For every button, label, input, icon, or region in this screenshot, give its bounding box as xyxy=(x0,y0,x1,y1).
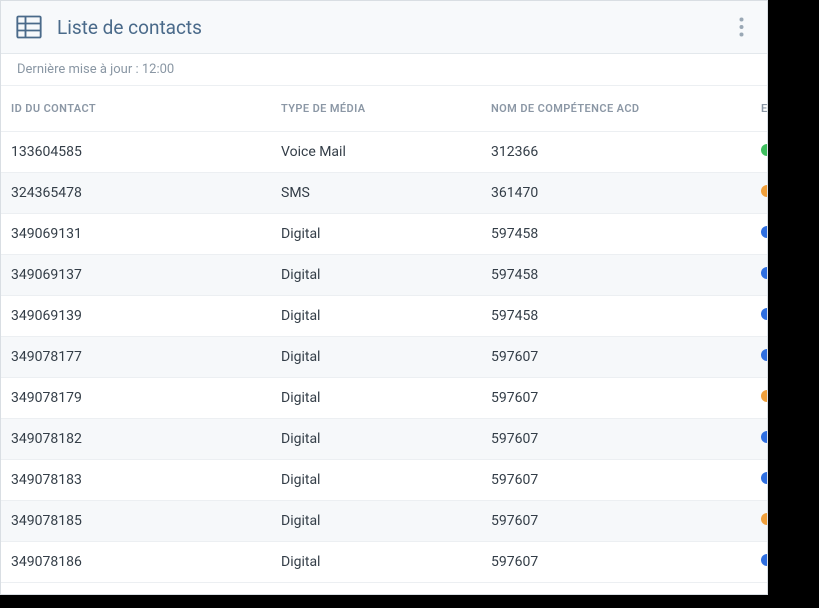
status-dot-icon xyxy=(761,513,767,525)
table-row[interactable]: 349069137Digital597458 xyxy=(1,255,767,296)
col-header-status[interactable]: E xyxy=(751,86,767,132)
cell-media-type: Digital xyxy=(271,337,481,378)
cell-media-type: Voice Mail xyxy=(271,132,481,173)
cell-status xyxy=(751,296,767,337)
cell-skill-name: 312366 xyxy=(481,132,751,173)
cell-skill-name: 597607 xyxy=(481,460,751,501)
cell-skill-name: 597607 xyxy=(481,337,751,378)
cell-skill-name: 597607 xyxy=(481,542,751,583)
table-icon xyxy=(15,13,43,41)
contact-table: ID DU CONTACT TYPE DE MÉDIA NOM DE COMPÉ… xyxy=(1,86,767,583)
cell-contact-id: 133604585 xyxy=(1,132,271,173)
table-row[interactable]: 349078179Digital597607 xyxy=(1,378,767,419)
panel-menu-button[interactable] xyxy=(729,11,753,43)
cell-skill-name: 597458 xyxy=(481,255,751,296)
status-dot-icon xyxy=(761,390,767,402)
cell-status xyxy=(751,501,767,542)
status-dot-icon xyxy=(761,554,767,566)
kebab-icon xyxy=(739,17,744,37)
table-row[interactable]: 349078177Digital597607 xyxy=(1,337,767,378)
cell-status xyxy=(751,255,767,296)
contact-list-panel: Liste de contacts Dernière mise à jour :… xyxy=(0,0,768,595)
cell-contact-id: 349078182 xyxy=(1,419,271,460)
table-row[interactable]: 324365478SMS361470 xyxy=(1,173,767,214)
status-dot-icon xyxy=(761,308,767,320)
cell-skill-name: 597607 xyxy=(481,419,751,460)
cell-media-type: Digital xyxy=(271,542,481,583)
cell-contact-id: 324365478 xyxy=(1,173,271,214)
cell-skill-name: 597458 xyxy=(481,214,751,255)
table-row[interactable]: 133604585Voice Mail312366 xyxy=(1,132,767,173)
cell-status xyxy=(751,173,767,214)
cell-contact-id: 349078177 xyxy=(1,337,271,378)
col-header-id[interactable]: ID DU CONTACT xyxy=(1,86,271,132)
table-row[interactable]: 349078186Digital597607 xyxy=(1,542,767,583)
cell-contact-id: 349078186 xyxy=(1,542,271,583)
cell-status xyxy=(751,419,767,460)
cell-skill-name: 361470 xyxy=(481,173,751,214)
cell-media-type: Digital xyxy=(271,255,481,296)
cell-media-type: SMS xyxy=(271,173,481,214)
col-header-media[interactable]: TYPE DE MÉDIA xyxy=(271,86,481,132)
cell-status xyxy=(751,132,767,173)
table-row[interactable]: 349069131Digital597458 xyxy=(1,214,767,255)
cell-media-type: Digital xyxy=(271,296,481,337)
status-dot-icon xyxy=(761,431,767,443)
cell-contact-id: 349078179 xyxy=(1,378,271,419)
panel-header: Liste de contacts xyxy=(1,1,767,54)
panel-title: Liste de contacts xyxy=(57,16,729,39)
col-header-skill[interactable]: NOM DE COMPÉTENCE ACD xyxy=(481,86,751,132)
table-row[interactable]: 349078183Digital597607 xyxy=(1,460,767,501)
cell-contact-id: 349069131 xyxy=(1,214,271,255)
cell-status xyxy=(751,460,767,501)
cell-status xyxy=(751,214,767,255)
cell-contact-id: 349069137 xyxy=(1,255,271,296)
cell-skill-name: 597607 xyxy=(481,378,751,419)
status-dot-icon xyxy=(761,185,767,197)
cell-status xyxy=(751,337,767,378)
cell-contact-id: 349078185 xyxy=(1,501,271,542)
table-wrap: ID DU CONTACT TYPE DE MÉDIA NOM DE COMPÉ… xyxy=(1,86,767,594)
table-row[interactable]: 349078185Digital597607 xyxy=(1,501,767,542)
table-row[interactable]: 349069139Digital597458 xyxy=(1,296,767,337)
table-row[interactable]: 349078182Digital597607 xyxy=(1,419,767,460)
cell-media-type: Digital xyxy=(271,419,481,460)
cell-media-type: Digital xyxy=(271,214,481,255)
cell-contact-id: 349078183 xyxy=(1,460,271,501)
status-dot-icon xyxy=(761,226,767,238)
cell-contact-id: 349069139 xyxy=(1,296,271,337)
status-dot-icon xyxy=(761,349,767,361)
cell-media-type: Digital xyxy=(271,501,481,542)
cell-media-type: Digital xyxy=(271,460,481,501)
cell-status xyxy=(751,542,767,583)
cell-skill-name: 597607 xyxy=(481,501,751,542)
last-updated: Dernière mise à jour : 12:00 xyxy=(1,54,767,86)
status-dot-icon xyxy=(761,472,767,484)
status-dot-icon xyxy=(761,144,767,156)
cell-skill-name: 597458 xyxy=(481,296,751,337)
table-header-row: ID DU CONTACT TYPE DE MÉDIA NOM DE COMPÉ… xyxy=(1,86,767,132)
cell-media-type: Digital xyxy=(271,378,481,419)
cell-status xyxy=(751,378,767,419)
status-dot-icon xyxy=(761,267,767,279)
